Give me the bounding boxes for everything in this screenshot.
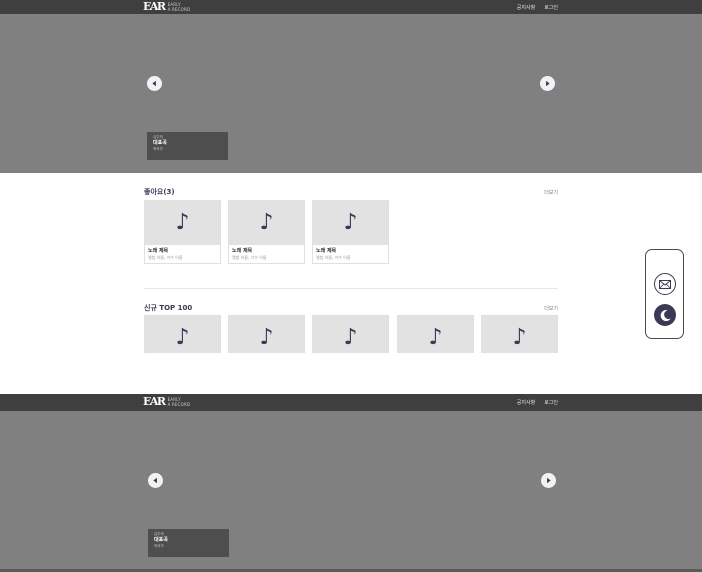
liked-song-card[interactable]: ♪ 노래 제목 앨범 이름, 가수 이름 — [228, 200, 305, 264]
music-note-icon: ♪ — [313, 201, 388, 245]
hero-caption[interactable]: 금주의 대표곡 작곡가 — [147, 132, 228, 160]
floating-widget — [645, 249, 684, 339]
likes-section-title: 좋아요(3) — [144, 188, 175, 196]
music-note-icon: ♪ — [145, 201, 220, 245]
login-link[interactable]: 로그인 — [544, 4, 558, 11]
header-nav: 공지사항 로그인 — [517, 394, 558, 411]
song-title: 노래 제목 — [232, 248, 253, 254]
hero-banner: 금주의 대표곡 작곡가 — [0, 411, 702, 569]
new-song-card[interactable]: ♪ — [397, 315, 474, 353]
music-note-icon: ♪ — [398, 316, 473, 353]
new-song-card[interactable]: ♪ — [228, 315, 305, 353]
caption-title: 대표곡 — [153, 140, 167, 146]
arrow-right-icon — [546, 80, 550, 87]
music-note-icon: ♪ — [229, 201, 304, 245]
contact-button[interactable] — [654, 273, 676, 295]
notice-link[interactable]: 공지사항 — [517, 399, 535, 406]
prev-slide-button[interactable] — [147, 76, 162, 91]
mail-icon — [659, 279, 671, 289]
logo-subtitle-2: A RECORD — [167, 7, 191, 12]
dark-mode-toggle[interactable] — [654, 304, 676, 326]
arrow-left-icon — [152, 80, 156, 87]
music-note-icon: ♪ — [229, 316, 304, 353]
logo-text: EAR — [143, 0, 166, 13]
section-divider — [144, 288, 558, 289]
logo[interactable]: EAR EARLY A RECORD — [143, 396, 190, 408]
new-top-more-link[interactable]: 더보기 — [544, 305, 558, 312]
music-note-icon: ♪ — [482, 316, 557, 353]
liked-song-card[interactable]: ♪ 노래 제목 앨범 이름, 가수 이름 — [144, 200, 221, 264]
caption-artist: 작곡가 — [153, 147, 163, 151]
arrow-left-icon — [153, 477, 157, 484]
hero-caption[interactable]: 금주의 대표곡 작곡가 — [148, 529, 229, 557]
top-header: EAR EARLY A RECORD 공지사항 로그인 — [0, 0, 702, 14]
music-note-icon: ♪ — [145, 316, 220, 353]
moon-icon — [660, 309, 671, 321]
top-header: EAR EARLY A RECORD 공지사항 로그인 — [0, 394, 702, 411]
song-meta: 앨범 이름, 가수 이름 — [232, 255, 267, 260]
song-title: 노래 제목 — [148, 248, 169, 254]
song-title: 노래 제목 — [316, 248, 337, 254]
header-nav: 공지사항 로그인 — [517, 0, 558, 14]
caption-artist: 작곡가 — [154, 544, 164, 548]
prev-slide-button[interactable] — [148, 473, 163, 488]
logo-subtitle-2: A RECORD — [167, 402, 191, 407]
arrow-right-icon — [547, 477, 551, 484]
music-note-icon: ♪ — [313, 316, 388, 353]
notice-link[interactable]: 공지사항 — [517, 4, 535, 11]
song-meta: 앨범 이름, 가수 이름 — [316, 255, 351, 260]
logo[interactable]: EAR EARLY A RECORD — [143, 1, 190, 13]
new-song-card[interactable]: ♪ — [481, 315, 558, 353]
new-song-card[interactable]: ♪ — [144, 315, 221, 353]
new-top-section-title: 신규 TOP 100 — [144, 304, 193, 312]
hero-banner: 금주의 대표곡 작곡가 — [0, 14, 702, 173]
new-song-card[interactable]: ♪ — [312, 315, 389, 353]
next-slide-button[interactable] — [541, 473, 556, 488]
likes-more-link[interactable]: 더보기 — [544, 189, 558, 196]
caption-title: 대표곡 — [154, 537, 168, 543]
song-meta: 앨범 이름, 가수 이름 — [148, 255, 183, 260]
logo-text: EAR — [143, 395, 166, 408]
login-link[interactable]: 로그인 — [544, 399, 558, 406]
liked-song-card[interactable]: ♪ 노래 제목 앨범 이름, 가수 이름 — [312, 200, 389, 264]
next-slide-button[interactable] — [540, 76, 555, 91]
